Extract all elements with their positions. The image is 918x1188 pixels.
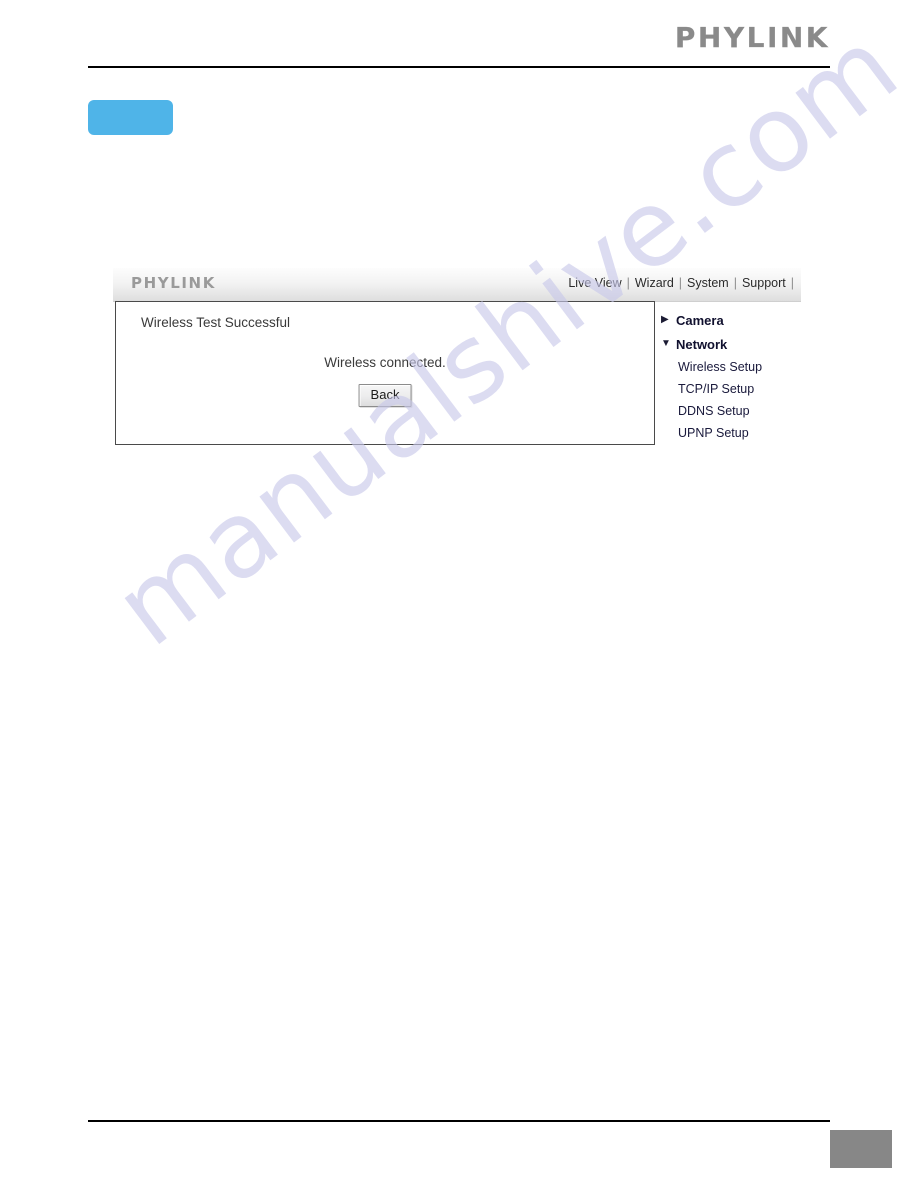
document-brand-logo: PHYLINK xyxy=(674,21,830,54)
nav-link-wizard[interactable]: Wizard xyxy=(635,276,674,290)
chevron-down-icon: ▼ xyxy=(661,338,671,349)
sidebar-item-ddns-setup[interactable]: DDNS Setup xyxy=(678,400,801,422)
nav-separator: | xyxy=(626,276,630,290)
webui-nav: Live View | Wizard | System | Support | xyxy=(568,277,799,290)
sidebar-item-wireless-setup[interactable]: Wireless Setup xyxy=(678,356,801,378)
nav-link-system[interactable]: System xyxy=(687,276,729,290)
webui-topbar: PHYLINK Live View | Wizard | System | Support | xyxy=(113,268,801,302)
webui-sidebar-menu: ▶ Camera ▼ Network Wireless Setup TCP/IP… xyxy=(661,308,801,444)
sidebar-item-label: Network xyxy=(676,336,728,352)
nav-link-live-view[interactable]: Live View xyxy=(568,276,621,290)
sidebar-item-label: Camera xyxy=(676,312,724,328)
chevron-right-icon: ▶ xyxy=(661,314,669,325)
sidebar-item-network[interactable]: ▼ Network xyxy=(661,332,801,356)
webui-content-panel: Wireless Test Successful Wireless connec… xyxy=(115,301,655,445)
step-badge xyxy=(88,100,173,135)
webui-logo: PHYLINK xyxy=(131,274,216,292)
nav-separator: | xyxy=(678,276,683,290)
camera-webui-screenshot: PHYLINK Live View | Wizard | System | Support |… xyxy=(113,268,801,446)
nav-link-support[interactable]: Support xyxy=(742,276,786,290)
status-message: Wireless connected. xyxy=(324,355,446,370)
sidebar-item-upnp-setup[interactable]: UPNP Setup xyxy=(678,422,801,444)
header-divider xyxy=(88,66,830,68)
sidebar-item-camera[interactable]: ▶ Camera xyxy=(661,308,801,332)
sidebar-item-tcpip-setup[interactable]: TCP/IP Setup xyxy=(678,378,801,400)
nav-separator: | xyxy=(790,276,794,290)
back-button[interactable]: Back xyxy=(358,384,412,408)
page-title: Wireless Test Successful xyxy=(141,315,291,330)
nav-separator: | xyxy=(733,276,737,290)
footer-divider xyxy=(88,1120,830,1122)
manual-page: PHYLINK PHYLINK Live View | Wizard | System |… xyxy=(0,0,918,1188)
page-number-box xyxy=(830,1130,892,1168)
